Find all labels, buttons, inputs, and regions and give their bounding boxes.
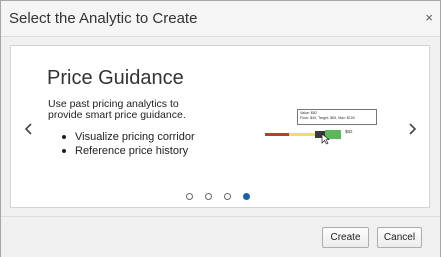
preview-tooltip: Value: $82 Floor: $40, Target: $65, Max:…	[297, 109, 377, 125]
corridor-green-segment	[325, 130, 341, 139]
cancel-button[interactable]: Cancel	[377, 227, 422, 248]
carousel-dot[interactable]	[224, 193, 231, 200]
chevron-right-icon[interactable]	[406, 122, 418, 136]
dialog-header: Select the Analytic to Create ×	[1, 1, 440, 37]
price-corridor-preview: Value: $82 Floor: $40, Target: $65, Max:…	[265, 108, 377, 148]
analytic-dialog: Select the Analytic to Create × Price Gu…	[0, 0, 441, 257]
corridor-red-segment	[265, 133, 289, 136]
corridor-yellow-segment	[289, 133, 315, 136]
tooltip-line: Floor: $40, Target: $65, Max: $100	[300, 116, 355, 120]
close-icon[interactable]: ×	[425, 11, 433, 25]
price-value-label: $82	[345, 129, 353, 134]
slide-description: Use past pricing analytics to provide sm…	[48, 98, 186, 121]
carousel-dot[interactable]	[205, 193, 212, 200]
dialog-footer: Create Cancel	[1, 216, 440, 257]
carousel: Price Guidance Use past pricing analytic…	[10, 45, 430, 208]
feature-item: Visualize pricing corridor	[60, 130, 195, 144]
create-button[interactable]: Create	[322, 227, 369, 248]
slide-title: Price Guidance	[47, 67, 184, 89]
chevron-left-icon[interactable]	[23, 122, 35, 136]
feature-item: Reference price history	[60, 144, 195, 158]
carousel-dot[interactable]	[186, 193, 193, 200]
price-corridor-bar	[265, 130, 341, 145]
feature-list: Visualize pricing corridor Reference pri…	[60, 130, 195, 158]
carousel-pagination	[186, 193, 250, 201]
carousel-dot[interactable]	[243, 193, 250, 200]
dialog-title: Select the Analytic to Create	[9, 10, 198, 27]
